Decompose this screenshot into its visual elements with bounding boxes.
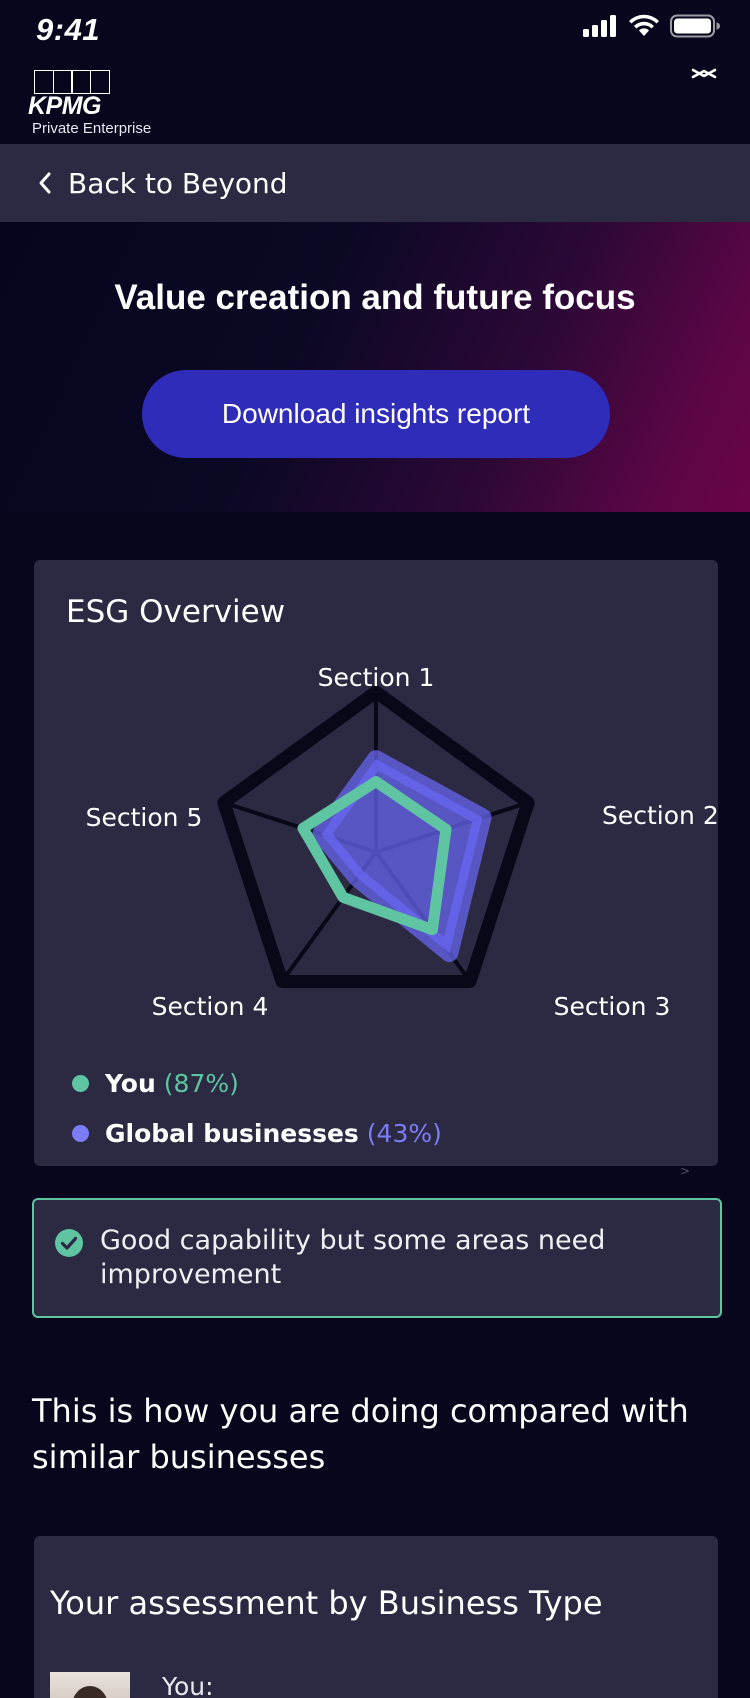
status-time: 9:41 — [36, 12, 101, 47]
back-to-beyond-button[interactable]: Back to Beyond — [0, 144, 750, 222]
logo-subtitle: Private Enterprise — [32, 120, 152, 137]
result-text: Good capability but some areas need impr… — [100, 1225, 606, 1290]
legend-item-global: Global businesses (43%) — [72, 1108, 442, 1158]
legend-value-global: (43%) — [366, 1118, 442, 1148]
logo-boxes — [34, 70, 110, 94]
comparison-heading: This is how you are doing compared with … — [32, 1392, 689, 1476]
axis-label-section-4: Section 4 — [152, 992, 269, 1021]
wifi-icon — [629, 14, 659, 36]
small-arrow-icon: > — [680, 1164, 691, 1178]
kpmg-logo: KPMG Private Enterprise — [28, 70, 158, 137]
hero-banner: Value creation and future focus Download… — [0, 222, 750, 512]
avatar — [50, 1672, 130, 1698]
legend-label-you: You — [105, 1068, 156, 1098]
close-button[interactable] — [684, 60, 724, 100]
chevron-left-icon — [39, 172, 51, 194]
legend-label-global: Global businesses — [105, 1118, 359, 1148]
logo-wordmark: KPMG — [28, 92, 102, 120]
close-icon — [691, 68, 717, 79]
chart-legend: You (87%) Global businesses (43%) — [72, 1058, 442, 1158]
business-type-title: Your assessment by Business Type — [50, 1584, 603, 1622]
legend-item-you: You (87%) — [72, 1058, 442, 1108]
status-icons — [582, 14, 720, 38]
axis-label-section-1: Section 1 — [318, 663, 435, 692]
radar-chart: Section 1 Section 2 Section 3 Section 4 Sect… — [86, 663, 718, 1021]
esg-overview-card: ESG Overview Section 1 Section 2 Section 3… — [34, 560, 718, 1166]
result-message-box: Good capability but some areas need impr… — [32, 1198, 722, 1318]
legend-dot-global — [72, 1124, 89, 1142]
you-label: You: — [162, 1672, 214, 1698]
back-label: Back to Beyond — [68, 166, 288, 200]
signal-icon — [583, 15, 616, 37]
axis-label-section-5: Section 5 — [86, 803, 203, 832]
download-insights-button[interactable]: Download insights report — [142, 370, 610, 458]
battery-icon — [670, 14, 720, 38]
status-bar: 9:41 — [0, 0, 750, 60]
check-circle-icon — [55, 1229, 83, 1257]
business-type-card: Your assessment by Business Type You: — [34, 1536, 718, 1698]
page-title: Value creation and future focus — [114, 278, 636, 317]
axis-label-section-3: Section 3 — [554, 992, 671, 1021]
axis-label-section-2: Section 2 — [602, 801, 718, 830]
top-bar: KPMG Private Enterprise — [0, 60, 750, 144]
legend-dot-you — [72, 1074, 89, 1092]
legend-value-you: (87%) — [163, 1068, 239, 1098]
